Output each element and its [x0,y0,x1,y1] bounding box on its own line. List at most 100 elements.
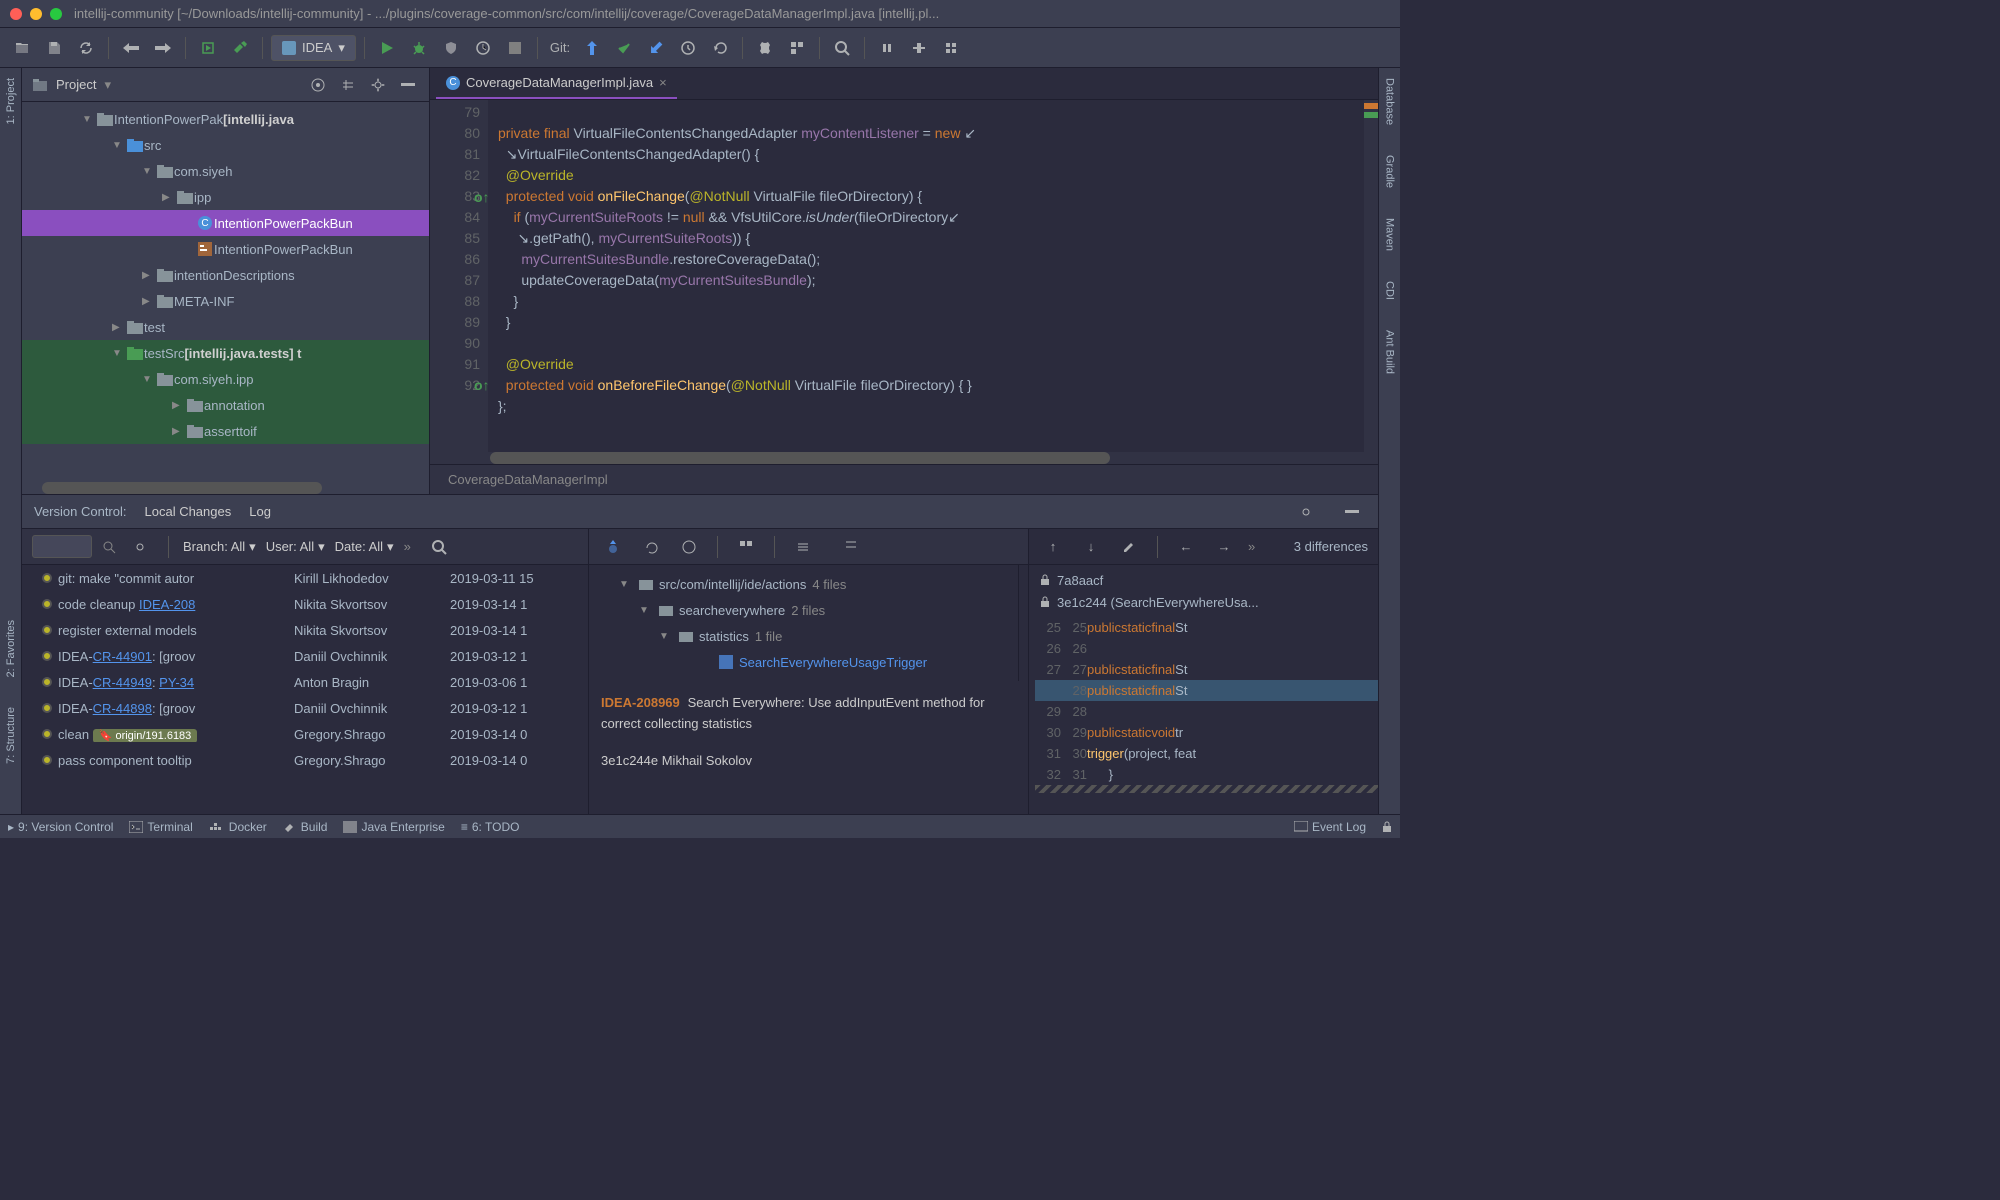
breadcrumb[interactable]: CoverageDataManagerImpl [430,464,1378,494]
git-revert-icon[interactable] [706,34,734,62]
file-row[interactable]: ▼ src/com/intellij/ide/actions 4 files [589,571,1018,597]
search-icon[interactable] [828,34,856,62]
status-vcs[interactable]: ▸ 9: Version Control [8,820,113,834]
git-update-icon[interactable] [578,34,606,62]
back-icon[interactable] [117,34,145,62]
tree-item[interactable]: ▼ com.siyeh [22,158,429,184]
status-event-log[interactable]: Event Log [1294,820,1366,834]
build-icon[interactable] [194,34,222,62]
profiler-icon[interactable] [469,34,497,62]
editor-body[interactable]: o↑ o↑ 7980818283848586878889909192 priva… [430,100,1378,452]
commit-row[interactable]: register external modelsNikita Skvortsov… [22,617,588,643]
debug-icon[interactable] [405,34,433,62]
project-structure-icon[interactable] [783,34,811,62]
status-todo[interactable]: ≡ 6: TODO [461,820,520,834]
tree-item[interactable]: IntentionPowerPackBun [22,236,429,262]
stop-icon[interactable] [501,34,529,62]
group-icon[interactable] [732,533,760,561]
tab-local-changes[interactable]: Local Changes [145,504,232,519]
prev-icon[interactable]: ← [1172,533,1200,561]
chevron-icon[interactable] [873,34,901,62]
tool-database[interactable]: Database [1384,78,1396,125]
cherry-pick-icon[interactable] [599,533,627,561]
status-docker[interactable]: Docker [209,820,267,834]
save-icon[interactable] [40,34,68,62]
tab-log[interactable]: Log [249,504,271,519]
editor-tab[interactable]: C CoverageDataManagerImpl.java × [436,68,677,99]
tool-project[interactable]: 1: Project [5,78,17,124]
status-build[interactable]: Build [283,820,328,834]
tool-favorites[interactable]: 2: Favorites [5,620,17,677]
git-commit-icon[interactable] [610,34,638,62]
settings-icon[interactable] [751,34,779,62]
tool-maven[interactable]: Maven [1384,218,1396,251]
edit-icon[interactable] [1115,533,1143,561]
tree-item[interactable]: ▶ asserttoif [22,418,429,444]
tree-item[interactable]: ▶ annotation [22,392,429,418]
gear-icon[interactable] [126,533,154,561]
maximize-window-button[interactable] [50,8,62,20]
forward-icon[interactable] [149,34,177,62]
tool-structure[interactable]: 7: Structure [5,707,17,764]
scrollbar[interactable] [42,482,322,494]
tree-item[interactable]: ▼ IntentionPowerPak [intellij.java [22,106,429,132]
tree-item[interactable]: ▼ com.siyeh.ipp [22,366,429,392]
status-java[interactable]: Java Enterprise [343,820,444,834]
tree-item[interactable]: ▼ testSrc [intellij.java.tests] t [22,340,429,366]
tree-item[interactable]: C IntentionPowerPackBun [22,210,429,236]
changed-files-tree[interactable]: ▼ src/com/intellij/ide/actions 4 files▼ … [589,565,1019,681]
hide-icon[interactable] [397,74,419,96]
open-icon[interactable] [8,34,36,62]
git-push-icon[interactable] [642,34,670,62]
commit-row[interactable]: clean 🔖 origin/191.6183Gregory.Shrago201… [22,721,588,747]
target-icon[interactable] [307,74,329,96]
status-terminal[interactable]: Terminal [129,820,192,834]
expand-icon[interactable] [789,533,817,561]
gear-icon[interactable] [1292,498,1320,526]
scrollbar[interactable] [490,452,1110,464]
minimize-window-button[interactable] [30,8,42,20]
commit-log[interactable]: git: make "commit autorKirill Likhodedov… [22,565,589,773]
chevron-icon[interactable] [937,34,965,62]
file-row[interactable]: ▼ statistics 1 file [589,623,1018,649]
status-lock-icon[interactable] [1382,821,1392,833]
run-icon[interactable] [373,34,401,62]
git-history-icon[interactable] [674,34,702,62]
coverage-icon[interactable] [437,34,465,62]
commit-row[interactable]: IDEA-CR-44949: PY-34Anton Bragin2019-03-… [22,669,588,695]
down-icon[interactable]: ↓ [1077,533,1105,561]
hammer-icon[interactable] [226,34,254,62]
up-icon[interactable]: ↑ [1039,533,1067,561]
next-icon[interactable]: → [1210,533,1238,561]
commit-row[interactable]: pass component tooltipGregory.Shrago2019… [22,747,588,773]
commit-row[interactable]: IDEA-CR-44901: [groovDaniil Ovchinnik201… [22,643,588,669]
branch-filter[interactable]: Branch: All ▾ [183,539,256,555]
clock-icon[interactable] [675,533,703,561]
close-window-button[interactable] [10,8,22,20]
tree-item[interactable]: ▼ src [22,132,429,158]
search-icon[interactable] [431,539,447,555]
tree-item[interactable]: ▶ intentionDescriptions [22,262,429,288]
gear-icon[interactable] [367,74,389,96]
close-tab-icon[interactable]: × [659,75,667,90]
tool-cdi[interactable]: CDI [1384,281,1396,300]
file-row[interactable]: SearchEverywhereUsageTrigger [589,649,1018,675]
tree-item[interactable]: ▶ ipp [22,184,429,210]
chevron-icon[interactable] [905,34,933,62]
date-filter[interactable]: Date: All ▾ [335,539,394,555]
tool-ant[interactable]: Ant Build [1384,330,1396,374]
log-search-input[interactable] [32,535,92,558]
user-filter[interactable]: User: All ▾ [266,539,325,555]
sync-icon[interactable] [72,34,100,62]
run-config-select[interactable]: IDEA ▾ [271,35,356,61]
diff-body[interactable]: 2525 public static final St2626 2727 pub… [1029,617,1378,814]
collapse-icon[interactable] [337,74,359,96]
revert-icon[interactable] [637,533,665,561]
commit-row[interactable]: git: make "commit autorKirill Likhodedov… [22,565,588,591]
collapse-icon[interactable] [837,533,865,561]
project-tree[interactable]: ▼ IntentionPowerPak [intellij.java▼ src▼… [22,102,429,482]
tree-item[interactable]: ▶ META-INF [22,288,429,314]
tree-item[interactable]: ▶ test [22,314,429,340]
file-row[interactable]: ▼ searcheverywhere 2 files [589,597,1018,623]
commit-row[interactable]: code cleanup IDEA-208Nikita Skvortsov201… [22,591,588,617]
